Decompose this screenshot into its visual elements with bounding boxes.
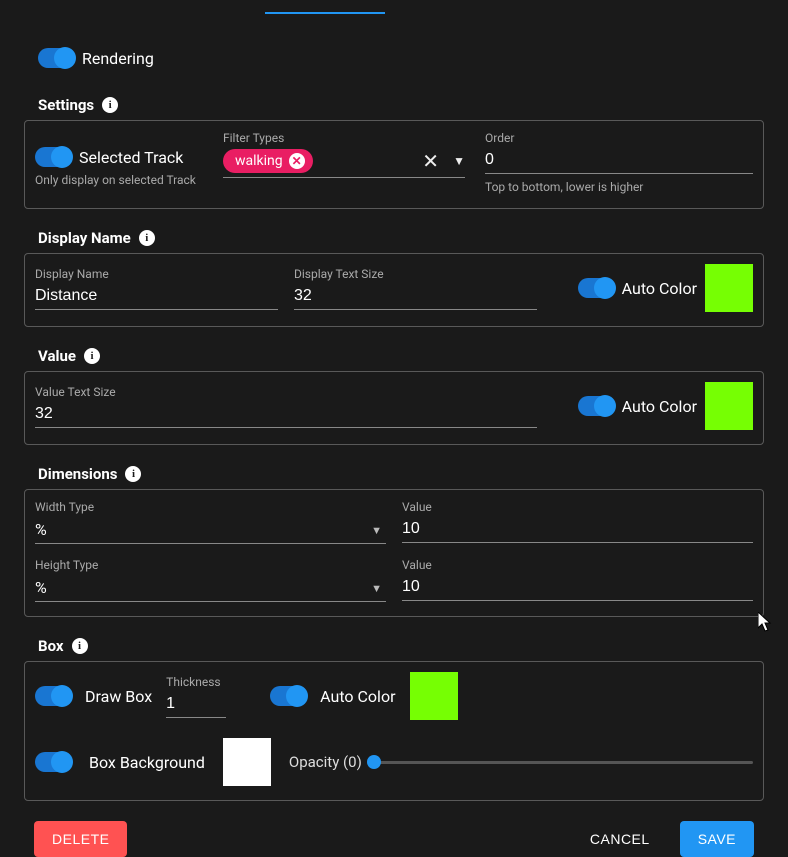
delete-button[interactable]: DELETE — [34, 821, 127, 857]
slider-thumb[interactable] — [367, 755, 381, 769]
clear-icon[interactable]: ✕ — [422, 149, 439, 173]
box-autocolor-label: Auto Color — [320, 687, 395, 706]
selected-track-toggle[interactable] — [35, 147, 71, 167]
box-bg-swatch[interactable] — [223, 738, 271, 786]
active-tab-indicator — [265, 12, 385, 14]
value-text-size-input[interactable] — [35, 403, 537, 428]
rendering-toggle[interactable] — [38, 48, 74, 68]
display-text-size-input[interactable] — [294, 285, 537, 310]
order-label: Order — [485, 131, 753, 145]
box-header: Box — [38, 637, 64, 655]
order-input[interactable] — [485, 149, 753, 174]
thickness-label: Thickness — [166, 675, 226, 689]
info-icon[interactable]: i — [84, 348, 100, 364]
chevron-down-icon[interactable]: ▼ — [453, 154, 465, 168]
display-text-size-label: Display Text Size — [294, 267, 537, 281]
box-color-swatch[interactable] — [410, 672, 458, 720]
display-autocolor-toggle[interactable] — [578, 278, 614, 298]
height-type-select[interactable]: % ▼ — [35, 576, 386, 602]
value-text-size-label: Value Text Size — [35, 385, 537, 399]
opacity-label: Opacity (0) — [289, 753, 362, 771]
dimensions-header: Dimensions — [38, 465, 117, 483]
box-background-toggle[interactable] — [35, 752, 71, 772]
width-type-label: Width Type — [35, 500, 386, 514]
value-header: Value — [38, 347, 76, 365]
chevron-down-icon: ▼ — [371, 524, 382, 537]
settings-header: Settings — [38, 96, 94, 114]
close-icon[interactable]: ✕ — [289, 153, 305, 169]
dimensions-panel: Width Type % ▼ Value Height Type % ▼ Va — [24, 489, 764, 617]
chevron-down-icon: ▼ — [371, 582, 382, 595]
height-value-label: Value — [402, 558, 753, 572]
draw-box-label: Draw Box — [85, 687, 152, 706]
info-icon[interactable]: i — [125, 466, 141, 482]
width-value-label: Value — [402, 500, 753, 514]
filter-chip-text: walking — [235, 153, 283, 169]
display-color-swatch[interactable] — [705, 264, 753, 312]
display-name-label: Display Name — [35, 267, 278, 281]
cancel-button[interactable]: CANCEL — [572, 821, 668, 857]
info-icon[interactable]: i — [72, 638, 88, 654]
order-hint: Top to bottom, lower is higher — [485, 180, 753, 194]
display-name-input[interactable] — [35, 285, 278, 310]
display-autocolor-label: Auto Color — [622, 279, 697, 298]
value-autocolor-toggle[interactable] — [578, 396, 614, 416]
draw-box-toggle[interactable] — [35, 686, 71, 706]
selected-track-label: Selected Track — [79, 148, 183, 167]
height-type-label: Height Type — [35, 558, 386, 572]
width-value-input[interactable] — [402, 518, 753, 543]
save-button[interactable]: SAVE — [680, 821, 754, 857]
display-name-panel: Display Name Display Text Size Auto Colo… — [24, 253, 764, 327]
display-name-header: Display Name — [38, 229, 131, 247]
rendering-label: Rendering — [82, 49, 154, 68]
value-autocolor-label: Auto Color — [622, 397, 697, 416]
box-background-label: Box Background — [89, 753, 205, 772]
settings-panel: Selected Track Only display on selected … — [24, 120, 764, 209]
height-type-value: % — [35, 578, 47, 597]
box-autocolor-toggle[interactable] — [270, 686, 306, 706]
value-panel: Value Text Size Auto Color — [24, 371, 764, 445]
info-icon[interactable]: i — [139, 230, 155, 246]
filter-types-label: Filter Types — [223, 131, 465, 145]
width-type-value: % — [35, 520, 47, 539]
value-color-swatch[interactable] — [705, 382, 753, 430]
info-icon[interactable]: i — [102, 97, 118, 113]
filter-types-select[interactable]: walking ✕ ✕ ▼ — [223, 149, 465, 178]
height-value-input[interactable] — [402, 576, 753, 601]
opacity-slider[interactable] — [374, 761, 753, 764]
filter-chip-walking[interactable]: walking ✕ — [223, 149, 313, 173]
width-type-select[interactable]: % ▼ — [35, 518, 386, 544]
box-panel: Draw Box Thickness Auto Color Box Backgr… — [24, 661, 764, 801]
selected-track-hint: Only display on selected Track — [35, 173, 215, 187]
thickness-input[interactable] — [166, 693, 226, 718]
